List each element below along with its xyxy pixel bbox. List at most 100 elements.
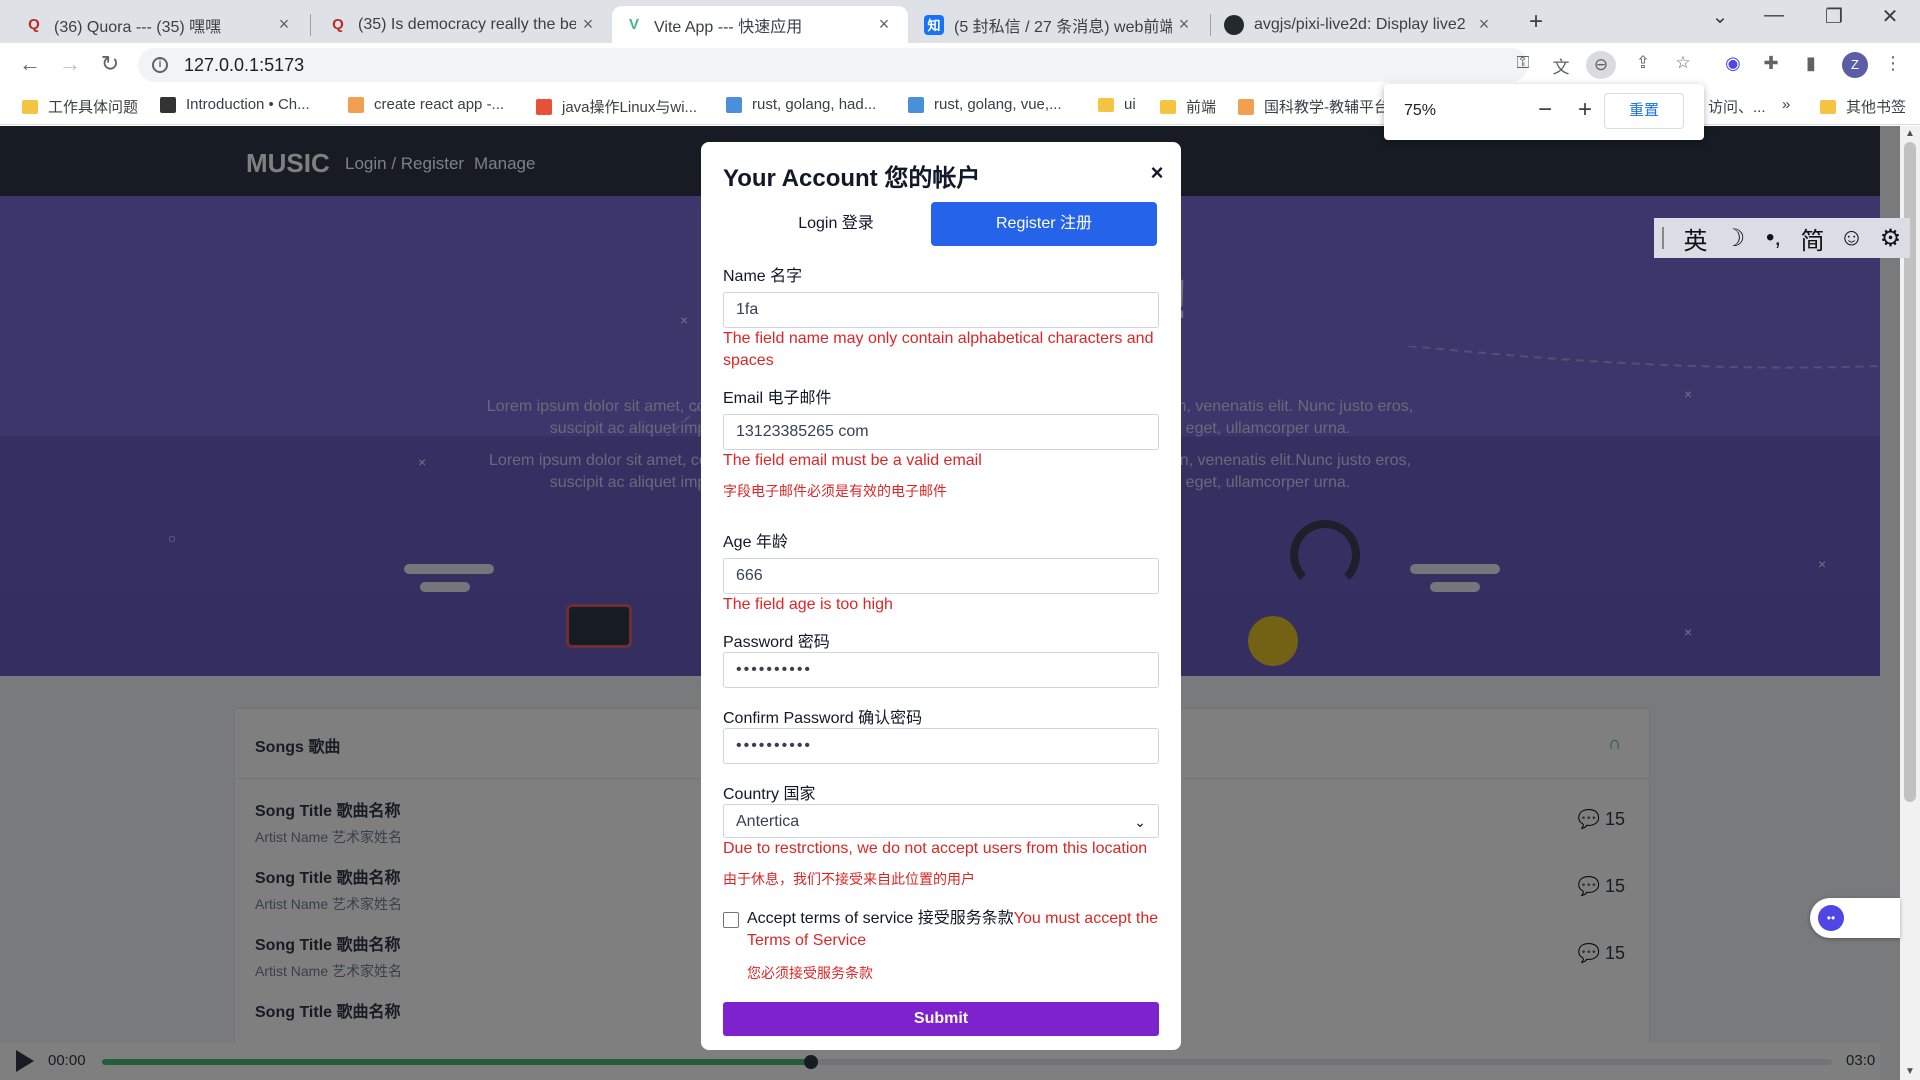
close-icon[interactable]: × (872, 14, 896, 35)
site-icon (1238, 98, 1254, 115)
browser-tab-active[interactable]: V Vite App --- 快速应用 × (612, 6, 908, 43)
extension-face-icon[interactable]: ◉ (1720, 53, 1746, 74)
folder-icon (1098, 97, 1114, 112)
submit-button[interactable]: Submit (723, 1002, 1159, 1036)
tab-search-icon[interactable]: ⌄ (1700, 4, 1740, 29)
zoom-icon[interactable]: ⊖ (1586, 51, 1616, 79)
bookmark-item[interactable]: rust, golang, had... (726, 96, 876, 113)
menu-kebab-icon[interactable]: ⋮ (1880, 53, 1906, 74)
tab-title: Vite App --- 快速应用 (654, 18, 803, 36)
zoom-popup: 75% − + 重置 (1384, 84, 1704, 140)
emoji-icon[interactable]: ☺ (1832, 224, 1871, 252)
confirm-password-input[interactable]: •••••••••• (723, 728, 1159, 764)
reload-icon[interactable]: ↻ (96, 51, 124, 77)
minimize-icon[interactable]: — (1754, 4, 1794, 27)
close-icon[interactable]: × (1472, 14, 1496, 35)
close-icon[interactable]: × (272, 14, 296, 35)
country-select[interactable]: Antertica ⌄ (723, 804, 1159, 838)
name-error: The field name may only contain alphabet… (723, 330, 1154, 369)
bookmark-item[interactable]: Introduction • Ch... (160, 96, 310, 113)
site-info-icon[interactable]: i (152, 57, 168, 73)
close-icon[interactable]: × (576, 14, 600, 35)
profile-avatar[interactable]: Z (1842, 52, 1868, 78)
browser-tab[interactable]: 知 (5 封私信 / 27 条消息) web前端 × (912, 6, 1208, 43)
omnibox[interactable]: i 127.0.0.1:5173 (138, 48, 1528, 82)
bookmark-item[interactable]: 其他书签 (1820, 96, 1906, 117)
folder-icon (1160, 99, 1176, 114)
email-label: Email 电子邮件 (723, 390, 832, 407)
tab-separator (1210, 14, 1211, 36)
new-tab-icon[interactable]: + (1522, 8, 1550, 36)
language-toggle[interactable]: 英 (1676, 221, 1715, 256)
zoom-out-button[interactable]: − (1530, 96, 1560, 124)
country-label: Country 国家 (723, 786, 816, 803)
floating-assistant-widget[interactable]: •• (1810, 898, 1900, 938)
folder-icon (1820, 99, 1836, 114)
bookmark-item[interactable]: 访问、... (1708, 96, 1766, 117)
restore-icon[interactable]: ❐ (1814, 4, 1854, 29)
quora-icon: Q (332, 16, 344, 33)
translate-icon[interactable]: 文 (1548, 53, 1574, 78)
tab-separator (310, 14, 311, 36)
terms-label[interactable]: Accept terms of service 接受服务条款 (747, 910, 1014, 927)
bookmark-item[interactable]: java操作Linux与wi... (536, 96, 697, 117)
password-label: Password 密码 (723, 634, 830, 651)
age-error: The field age is too high (723, 596, 893, 613)
close-window-icon[interactable]: ✕ (1870, 4, 1910, 29)
age-input[interactable]: 666 (723, 558, 1159, 594)
zoom-in-button[interactable]: + (1570, 96, 1600, 124)
browser-tab[interactable]: Q (35) Is democracy really the be × (316, 6, 612, 43)
site-icon (536, 98, 552, 115)
vite-icon: V (628, 16, 639, 33)
assistant-face-icon[interactable]: •• (1818, 905, 1844, 931)
back-icon[interactable]: ← (16, 51, 44, 77)
bookmark-item[interactable]: create react app -... (348, 96, 504, 113)
zoom-reset-button[interactable]: 重置 (1604, 93, 1684, 129)
bookmark-item[interactable]: rust, golang, vue,... (908, 96, 1062, 113)
bookmark-item[interactable]: 前端 (1160, 96, 1216, 117)
browser-tab[interactable]: avgjs/pixi-live2d: Display live2 × (1212, 6, 1508, 43)
bookmark-label: rust, golang, had... (752, 96, 877, 113)
terms-checkbox[interactable] (723, 912, 739, 928)
share-icon[interactable]: ⇪ (1630, 53, 1656, 73)
tab-title: (36) Quora --- (35) 嘿嘿 (54, 18, 222, 36)
tab-login[interactable]: Login 登录 (723, 202, 949, 246)
chart-icon (908, 96, 924, 113)
site-icon (160, 96, 176, 113)
moon-icon[interactable]: ☽ (1715, 224, 1754, 253)
url-text[interactable]: 127.0.0.1:5173 (184, 55, 304, 76)
settings-gear-icon[interactable]: ⚙ (1871, 224, 1910, 253)
scroll-up-icon[interactable]: ▲ (1905, 128, 1915, 139)
tab-register[interactable]: Register 注册 (931, 202, 1157, 246)
key-icon[interactable]: ⚿ (1510, 53, 1536, 73)
age-label: Age 年龄 (723, 534, 788, 551)
punctuation-icon[interactable]: •, (1754, 224, 1793, 252)
extensions-puzzle-icon[interactable]: ✚ (1758, 53, 1784, 74)
bookmark-label: rust, golang, vue,... (934, 96, 1062, 113)
bookmark-item[interactable]: 工作具体问题 (22, 96, 138, 117)
forward-icon[interactable]: → (56, 51, 84, 77)
address-bar-row: ← → ↻ i 127.0.0.1:5173 ⚿ 文 ⊖ ⇪ ☆ ◉ ✚ ▮ Z… (0, 43, 1920, 87)
page-scrollbar[interactable]: ▲ ▼ (1900, 126, 1920, 1080)
password-input[interactable]: •••••••••• (723, 652, 1159, 688)
ime-toolbar: 英 ☽ •, 简 ☺ ⚙ (1654, 218, 1910, 258)
chart-icon (726, 96, 742, 113)
email-input[interactable]: 13123385265 com (723, 414, 1159, 450)
browser-tab[interactable]: Q (36) Quora --- (35) 嘿嘿 × (12, 6, 308, 43)
country-error: Due to restrctions, we do not accept use… (723, 840, 1148, 857)
scroll-down-icon[interactable]: ▼ (1905, 1066, 1915, 1077)
bookmarks-overflow-button[interactable]: » (1782, 96, 1790, 113)
close-icon[interactable]: × (1145, 160, 1169, 186)
name-input[interactable]: 1fa (723, 292, 1159, 328)
bookmark-item[interactable]: 国科教学-教辅平台 (1238, 96, 1389, 117)
simplified-toggle[interactable]: 简 (1793, 221, 1832, 256)
side-panel-icon[interactable]: ▮ (1798, 53, 1824, 74)
close-icon[interactable]: × (1172, 14, 1196, 35)
drag-handle[interactable] (1662, 227, 1666, 249)
bookmark-label: 访问、... (1708, 99, 1766, 116)
bookmark-star-icon[interactable]: ☆ (1670, 53, 1696, 73)
bookmark-label: create react app -... (374, 96, 505, 113)
zoom-percent: 75% (1404, 102, 1437, 119)
folder-icon (22, 99, 38, 114)
bookmark-item[interactable]: ui (1098, 96, 1136, 113)
